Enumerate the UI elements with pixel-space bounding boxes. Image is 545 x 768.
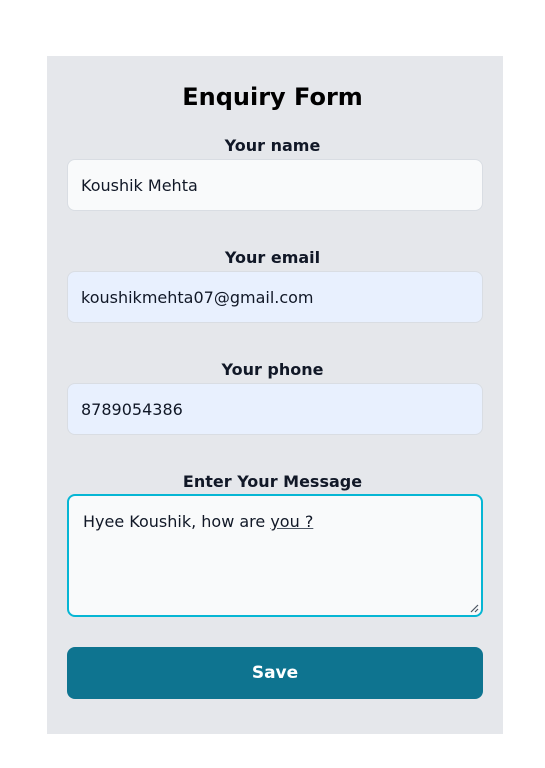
- name-label: Your name: [224, 136, 321, 155]
- name-input[interactable]: [67, 159, 483, 211]
- phone-label: Your phone: [221, 360, 324, 379]
- email-label: Your email: [224, 248, 321, 267]
- resize-handle-icon[interactable]: [469, 603, 479, 613]
- form-title: Enquiry Form: [182, 83, 363, 111]
- message-text: Hyee Koushik, how are: [83, 512, 271, 531]
- phone-input[interactable]: [67, 383, 483, 435]
- save-button[interactable]: Save: [67, 647, 483, 699]
- message-label: Enter Your Message: [182, 472, 363, 491]
- message-spellcheck-text: you ?: [270, 512, 314, 531]
- email-input[interactable]: [67, 271, 483, 323]
- message-textarea[interactable]: Hyee Koushik, how are you ?: [67, 494, 483, 617]
